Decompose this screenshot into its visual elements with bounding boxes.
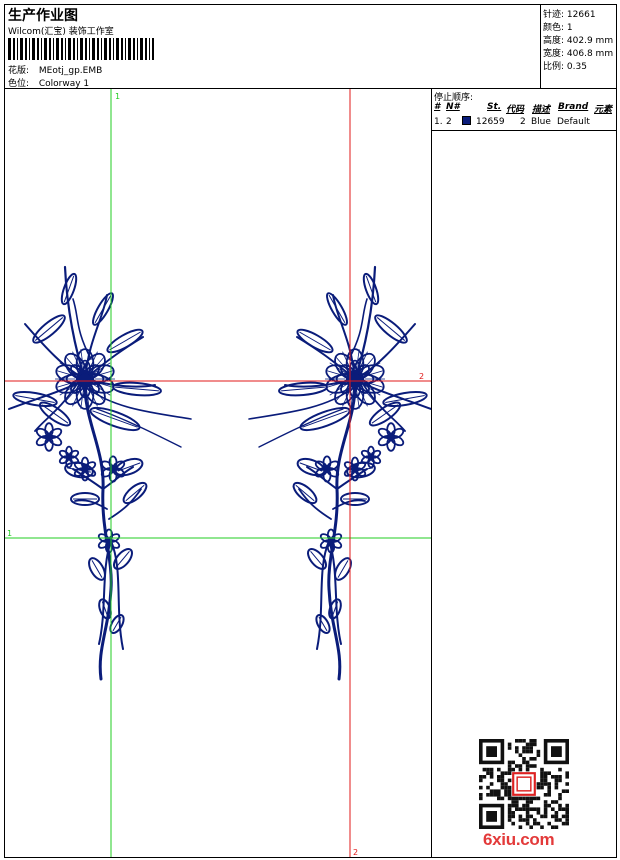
pattern-value: MEotj_gp.EMB: [38, 66, 103, 76]
green-guide-label-top: 1: [115, 92, 120, 101]
stat-colors-label: 颜色:: [543, 23, 565, 33]
pattern-file-row: 花版: MEotj_gp.EMB: [8, 63, 102, 76]
stat-stitches: 针迹: 12661: [543, 7, 596, 20]
row-code: 2: [520, 117, 526, 127]
green-guide-label-left: 1: [7, 529, 12, 538]
col-description: 描述: [532, 105, 551, 115]
pattern-label: 花版:: [8, 66, 30, 76]
col-code: 代码: [506, 105, 525, 115]
row-description: Blue: [531, 117, 551, 127]
red-guide-label-right: 2: [419, 372, 424, 381]
floral-motif-left: [8, 265, 192, 681]
stat-colors-value: 1: [566, 23, 573, 33]
floral-motif-right: [248, 265, 431, 681]
colorway-row: 色位: Colorway 1: [8, 76, 89, 89]
stat-width-label: 宽度:: [543, 49, 565, 59]
embroidery-design: 1 1 2 2: [5, 89, 431, 857]
watermark-logo: 6xiu.com: [483, 830, 555, 849]
col-element: 元素: [594, 105, 613, 115]
col-index: #: [434, 102, 441, 112]
design-preview: 1 1 2 2: [5, 89, 432, 857]
thread-color-swatch: [462, 116, 471, 125]
red-guide-label-bottom: 2: [353, 848, 358, 857]
colorway-label: 色位:: [8, 79, 30, 89]
stat-stitches-label: 针迹:: [543, 10, 565, 20]
stat-scale: 比例: 0.35: [543, 59, 587, 72]
col-needle: N#: [446, 102, 460, 112]
stat-colors: 颜色: 1: [543, 20, 573, 33]
stat-height-label: 高度:: [543, 36, 565, 46]
barcode-image: [8, 38, 154, 60]
stat-height-value: 402.9 mm: [566, 36, 614, 46]
page-title: 生产作业图: [8, 8, 78, 24]
qr-code-image: [479, 739, 569, 829]
colorway-value: Colorway 1: [38, 79, 90, 89]
stat-stitches-value: 12661: [566, 10, 596, 20]
row-brand: Default: [557, 117, 590, 127]
stat-width: 宽度: 406.8 mm: [543, 46, 613, 59]
stat-scale-label: 比例:: [543, 62, 565, 72]
company-name: Wilcom(汇宝) 装饰工作室: [8, 27, 114, 37]
header-panel: 生产作业图 Wilcom(汇宝) 装饰工作室 花版: MEotj_gp.EMB …: [5, 5, 541, 89]
row-needle: 2: [446, 117, 452, 127]
stat-width-value: 406.8 mm: [566, 49, 614, 59]
row-stitches: 12659: [476, 117, 505, 127]
stat-scale-value: 0.35: [566, 62, 587, 72]
col-stitches: St.: [487, 102, 502, 112]
stat-height: 高度: 402.9 mm: [543, 33, 613, 46]
production-worksheet: 生产作业图 Wilcom(汇宝) 装饰工作室 花版: MEotj_gp.EMB …: [4, 4, 617, 858]
stop-sequence-panel: 停止顺序: # N# St. 代码 描述 Brand 元素 1. 2 12659…: [432, 89, 616, 131]
stats-panel: 针迹: 12661 颜色: 1 高度: 402.9 mm 宽度: 406.8 m…: [541, 5, 616, 89]
row-index: 1.: [434, 117, 443, 127]
col-brand: Brand: [558, 102, 589, 112]
